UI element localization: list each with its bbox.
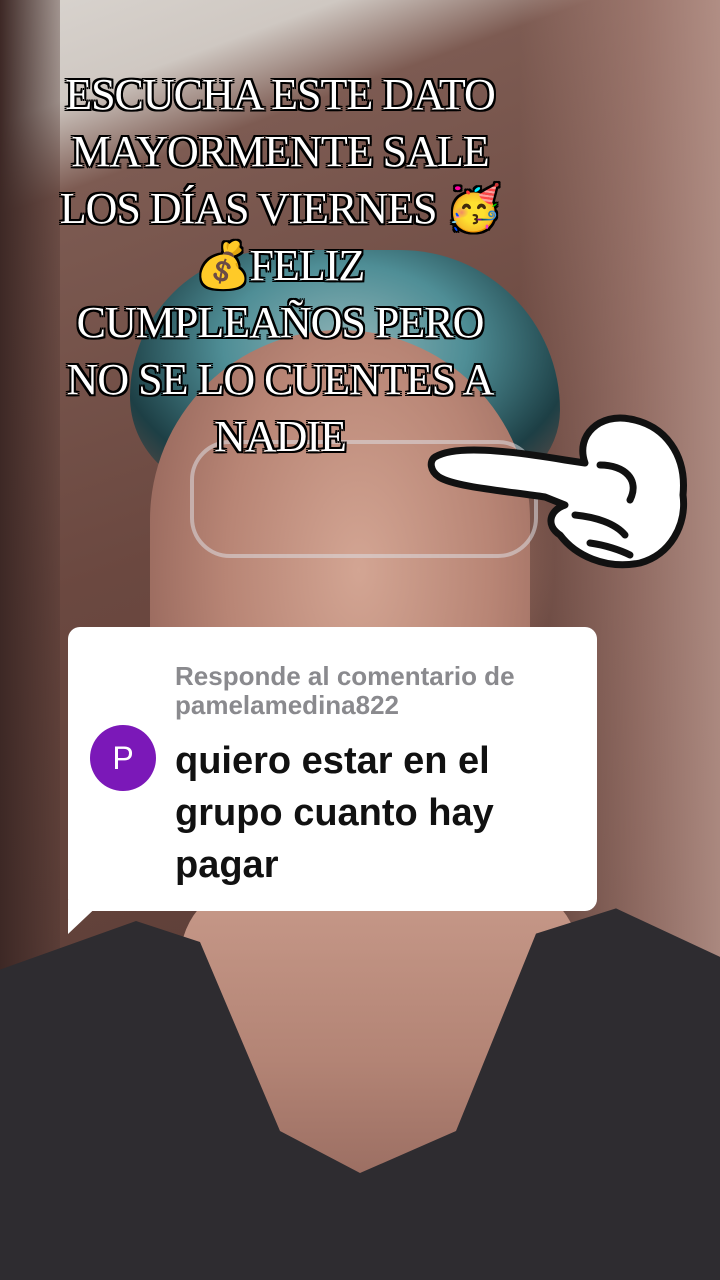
speech-bubble-tail-icon xyxy=(68,900,104,934)
pointing-hand-icon xyxy=(427,414,688,569)
reply-username[interactable]: pamelamedina822 xyxy=(175,691,585,720)
reply-header: Responde al comentario de pamelamedina82… xyxy=(175,662,585,720)
avatar[interactable]: P xyxy=(90,725,156,791)
reply-header-label: Responde al comentario de xyxy=(175,661,515,691)
comment-reply-card[interactable]: Responde al comentario de pamelamedina82… xyxy=(68,627,597,911)
reply-comment-text: quiero estar en el grupo cuanto hay paga… xyxy=(175,740,494,886)
avatar-letter: P xyxy=(112,739,134,776)
